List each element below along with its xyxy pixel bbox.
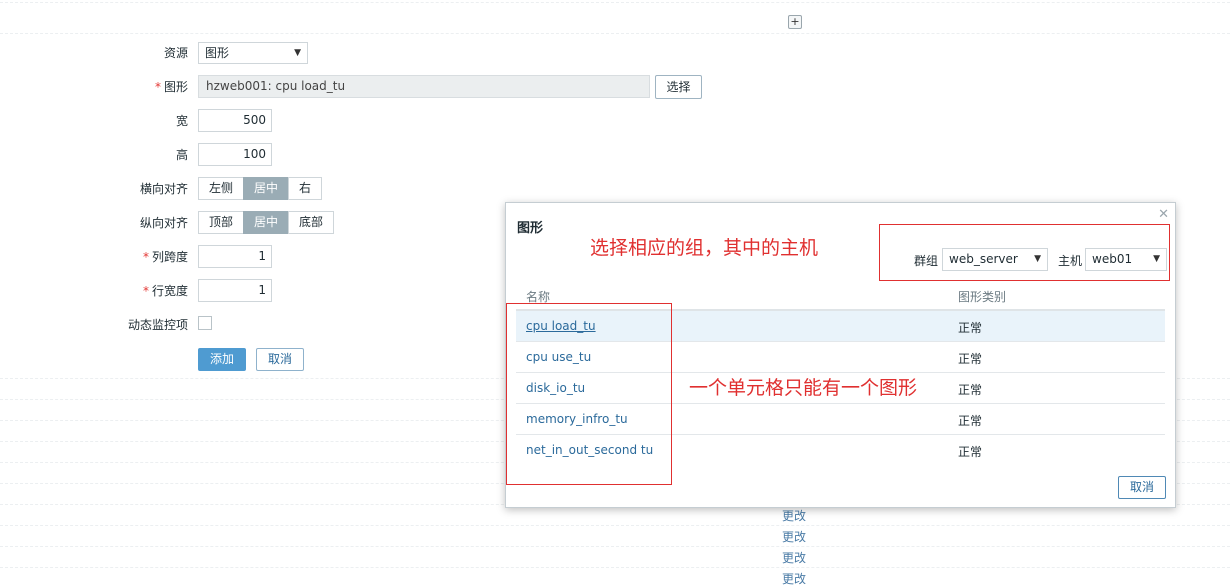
dialog-cancel-button[interactable]: 取消 [1118, 476, 1166, 499]
change-link[interactable]: 更改 [782, 528, 806, 545]
height-input[interactable]: 100 [198, 143, 272, 166]
halign-left-option[interactable]: 左侧 [198, 177, 245, 200]
valign-segmented: 顶部 居中 底部 [198, 211, 335, 234]
graph-type: 正常 [958, 383, 983, 397]
dynamic-item-checkbox[interactable] [198, 316, 212, 330]
graph-type: 正常 [958, 445, 983, 459]
cancel-button[interactable]: 取消 [256, 348, 304, 371]
annotation-box-filters [879, 224, 1170, 281]
required-asterisk: * [142, 284, 149, 298]
annotation-top-text: 选择相应的组，其中的主机 [590, 237, 819, 259]
valign-bottom-option[interactable]: 底部 [288, 211, 335, 234]
graph-label: * 图形 [154, 80, 188, 94]
add-cell-plus-button[interactable]: + [788, 15, 802, 29]
graph-field[interactable]: hzweb001: cpu load_tu [198, 75, 650, 98]
rowspan-label: * 行宽度 [142, 284, 188, 298]
height-label: 高 [175, 148, 188, 162]
annotation-box-names [506, 303, 672, 485]
dynamic-item-label: 动态监控项 [127, 318, 188, 332]
width-input[interactable]: 500 [198, 109, 272, 132]
graph-type: 正常 [958, 321, 983, 335]
change-link[interactable]: 更改 [782, 570, 806, 587]
rowspan-input[interactable]: 1 [198, 279, 272, 302]
graph-type: 正常 [958, 352, 983, 366]
valign-middle-option[interactable]: 居中 [243, 211, 290, 234]
close-icon[interactable]: ✕ [1158, 207, 1169, 222]
chevron-down-icon: ▼ [294, 48, 301, 58]
width-label: 宽 [175, 114, 188, 128]
resource-select-value: 图形 [205, 46, 230, 60]
graph-type: 正常 [958, 414, 983, 428]
valign-label: 纵向对齐 [139, 216, 188, 230]
change-link[interactable]: 更改 [782, 549, 806, 566]
required-asterisk: * [154, 80, 161, 94]
resource-label: 资源 [163, 46, 188, 60]
halign-segmented: 左侧 居中 右 [198, 177, 323, 200]
halign-center-option[interactable]: 居中 [243, 177, 290, 200]
required-asterisk: * [142, 250, 149, 264]
halign-label: 横向对齐 [139, 182, 188, 196]
add-button[interactable]: 添加 [198, 348, 246, 371]
column-header-type: 图形类别 [958, 290, 1007, 304]
dialog-title: 图形 [517, 221, 544, 236]
annotation-middle-text: 一个单元格只能有一个图形 [689, 377, 918, 399]
halign-right-option[interactable]: 右 [288, 177, 323, 200]
resource-select[interactable]: 图形 ▼ [198, 42, 308, 64]
change-link[interactable]: 更改 [782, 507, 806, 524]
colspan-input[interactable]: 1 [198, 245, 272, 268]
valign-top-option[interactable]: 顶部 [198, 211, 245, 234]
colspan-label: * 列跨度 [142, 250, 188, 264]
select-graph-button[interactable]: 选择 [655, 75, 702, 99]
